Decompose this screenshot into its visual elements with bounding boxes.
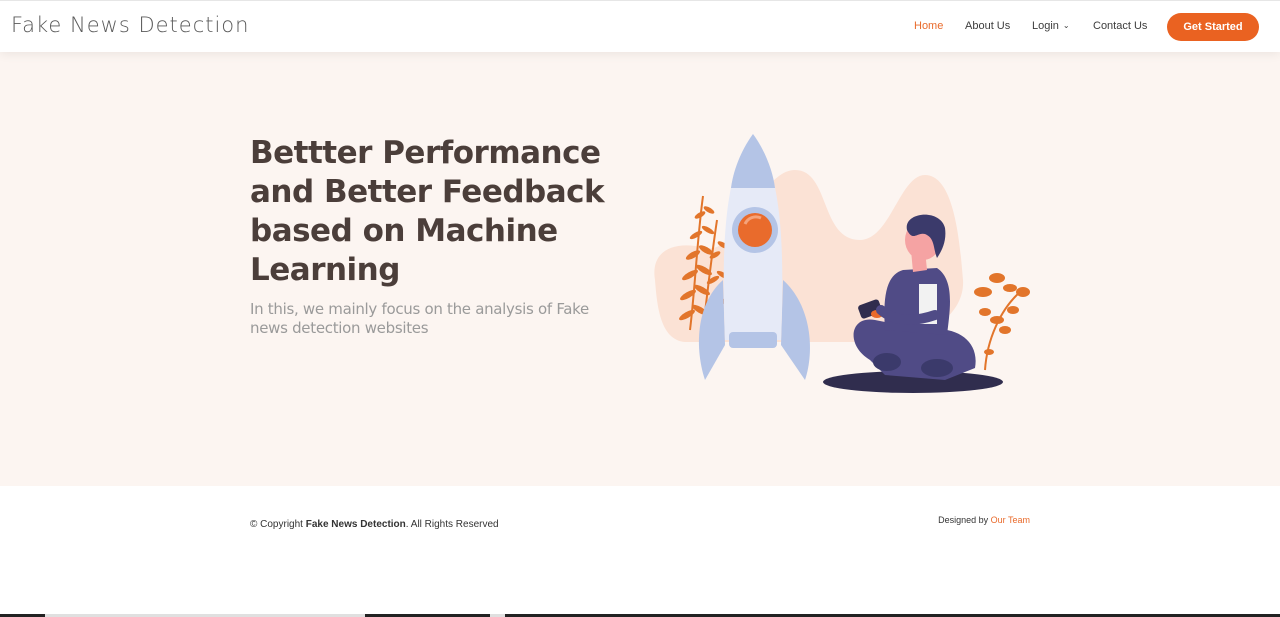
our-team-link[interactable]: Our Team (991, 515, 1030, 525)
designed-prefix: Designed by (938, 515, 989, 525)
copyright-text: © Copyright Fake News Detection. All Rig… (250, 519, 499, 530)
nav-home[interactable]: Home (914, 20, 943, 32)
nav-about[interactable]: About Us (965, 20, 1010, 32)
nav-login[interactable]: Login ⌄ (1032, 20, 1070, 32)
site-footer: © Copyright Fake News Detection. All Rig… (0, 486, 1280, 617)
copyright-prefix: © Copyright (250, 519, 303, 530)
hero-section: Bettter Performance and Better Feedback … (0, 52, 1280, 486)
rocket-illustration (654, 134, 1030, 393)
copyright-suffix: . All Rights Reserved (405, 519, 499, 530)
site-header: Fake News Detection Home About Us Login ⌄… (0, 0, 1280, 52)
hero-subtitle: In this, we mainly focus on the analysis… (250, 300, 589, 337)
copyright-brand: Fake News Detection (305, 519, 406, 530)
main-nav: Home About Us Login ⌄ Contact Us (0, 1, 1280, 53)
chevron-down-icon: ⌄ (1062, 21, 1070, 30)
nav-login-label: Login (1032, 20, 1059, 32)
get-started-button[interactable]: Get Started (1167, 13, 1259, 41)
designed-by: Designed by Our Team (938, 515, 1030, 525)
nav-contact[interactable]: Contact Us (1093, 20, 1147, 32)
hero-title: Bettter Performance and Better Feedback … (250, 135, 605, 288)
